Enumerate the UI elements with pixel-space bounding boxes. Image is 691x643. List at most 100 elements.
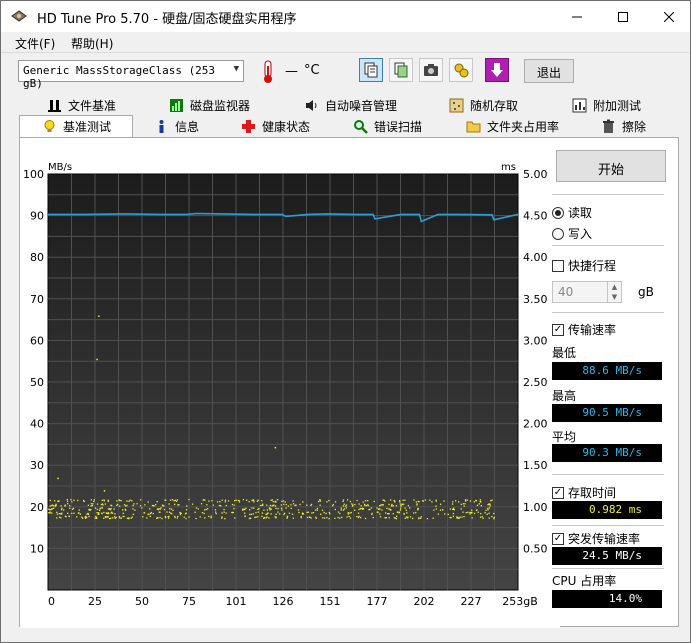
avg-label: 平均: [552, 430, 577, 444]
drive-select[interactable]: Generic MassStorageClass (253 gB) ▼: [18, 60, 244, 90]
access-time-point: [435, 499, 437, 501]
access-time-point: [56, 513, 58, 515]
tab-benchmark[interactable]: 基准测试: [19, 115, 133, 137]
access-time-point: [268, 507, 271, 509]
maximize-button[interactable]: [600, 1, 646, 32]
access-time-point: [48, 512, 50, 514]
access-time-point: [407, 505, 409, 507]
access-time-point: [469, 513, 471, 515]
exit-button[interactable]: 退出: [524, 59, 574, 83]
x-tick-label: 25: [88, 595, 102, 608]
write-radio[interactable]: 写入: [552, 225, 592, 242]
close-button[interactable]: [646, 1, 690, 32]
access-time-point: [485, 509, 487, 511]
access-time-point: [110, 508, 112, 510]
tab-folder-usage[interactable]: 文件夹占用率: [466, 116, 559, 136]
access-time-point: [250, 517, 252, 519]
download-arrow-icon: [491, 63, 503, 77]
tab-extra-tests[interactable]: 附加测试: [572, 95, 641, 115]
access-time-point: [163, 505, 165, 507]
access-time-point: [325, 512, 327, 515]
access-time-point: [489, 505, 491, 507]
access-time-point: [235, 499, 237, 501]
access-time-point: [398, 511, 400, 513]
access-time-point: [292, 517, 294, 519]
start-button[interactable]: 开始: [556, 150, 666, 182]
access-time-point: [476, 504, 479, 506]
tab-info[interactable]: 信息: [154, 116, 199, 136]
x-tick-label: 177: [367, 595, 388, 608]
copy-text-button[interactable]: [359, 58, 383, 82]
transfer-rate-checkbox[interactable]: ✓ 传输速率: [552, 321, 616, 338]
spinner-arrows-icon[interactable]: ▲ ▼: [607, 282, 621, 302]
burst-rate-checkbox[interactable]: ✓ 突发传输速率: [552, 530, 640, 547]
access-time-point: [242, 509, 244, 511]
access-time-point: [101, 512, 103, 515]
y2-tick-label: 4.00: [523, 251, 548, 264]
read-radio[interactable]: 读取: [552, 204, 592, 221]
x-tick-label: 202: [414, 595, 435, 608]
tab-disk-monitor[interactable]: 磁盘监视器: [169, 95, 250, 115]
access-time-point: [79, 513, 81, 515]
access-time-point: [284, 501, 286, 503]
access-time-point: [292, 500, 294, 502]
access-time-point: [451, 503, 454, 505]
menu-file[interactable]: 文件(F): [15, 35, 55, 52]
access-time-point: [114, 513, 116, 515]
access-time-point: [405, 516, 408, 518]
access-time-point: [246, 499, 248, 501]
access-time-point: [72, 508, 74, 510]
access-time-point: [376, 507, 378, 509]
tab-error-scan[interactable]: 错误扫描: [353, 116, 422, 136]
access-time-point: [268, 517, 270, 519]
access-time-point: [133, 503, 135, 505]
access-time-point: [442, 509, 444, 511]
access-time-point: [221, 512, 223, 514]
access-time-point: [415, 501, 417, 503]
access-time-point: [203, 512, 205, 515]
access-time-point: [274, 505, 277, 507]
short-stroke-spinner[interactable]: 40 ▲ ▼: [552, 281, 622, 303]
access-time-point: [275, 507, 277, 509]
access-time-point: [440, 503, 442, 505]
tab-file-benchmark[interactable]: 文件基准: [47, 95, 116, 115]
access-time-point: [242, 499, 245, 501]
save-button[interactable]: [485, 58, 509, 82]
tab-erase[interactable]: 擦除: [601, 116, 646, 136]
options-button[interactable]: [449, 58, 473, 82]
access-time-point: [69, 505, 71, 507]
access-time-point: [126, 504, 128, 507]
access-time-point: [96, 358, 98, 361]
access-time-point: [174, 503, 176, 505]
tab-health[interactable]: 健康状态: [241, 116, 310, 136]
access-time-point: [93, 500, 95, 503]
access-time-point: [299, 503, 301, 506]
menu-help[interactable]: 帮助(H): [71, 35, 113, 52]
access-time-point: [231, 503, 234, 506]
access-time-point: [462, 503, 465, 505]
access-time-point: [360, 516, 362, 519]
access-time-point: [260, 504, 262, 507]
access-time-point: [328, 518, 330, 520]
access-time-checkbox[interactable]: ✓ 存取时间: [552, 484, 616, 501]
tab-noise-management[interactable]: 自动噪音管理: [304, 95, 397, 115]
access-time-point: [381, 504, 383, 506]
minimize-button[interactable]: [554, 1, 600, 32]
copy-image-button[interactable]: [389, 58, 413, 82]
access-time-point: [53, 507, 55, 509]
access-time-point: [402, 503, 405, 505]
access-time-point: [285, 503, 287, 506]
tab-random-access[interactable]: 随机存取: [449, 95, 518, 115]
access-time-point: [480, 505, 482, 507]
y-tick-label: 80: [30, 251, 44, 264]
access-time-point: [385, 512, 387, 514]
y2-tick-label: 5.00: [523, 168, 548, 181]
screenshot-button[interactable]: [419, 58, 443, 82]
access-time-point: [367, 504, 369, 506]
access-time-point: [253, 507, 255, 509]
access-time-point: [151, 504, 154, 507]
short-stroke-checkbox[interactable]: 快捷行程: [552, 257, 616, 274]
controls-panel: 开始 读取 写入 快捷行程 40 ▲ ▼ gB ✓ 传输速率 最低 88.6 M…: [552, 138, 682, 628]
access-time-point: [426, 518, 429, 520]
access-time-point: [319, 504, 321, 506]
